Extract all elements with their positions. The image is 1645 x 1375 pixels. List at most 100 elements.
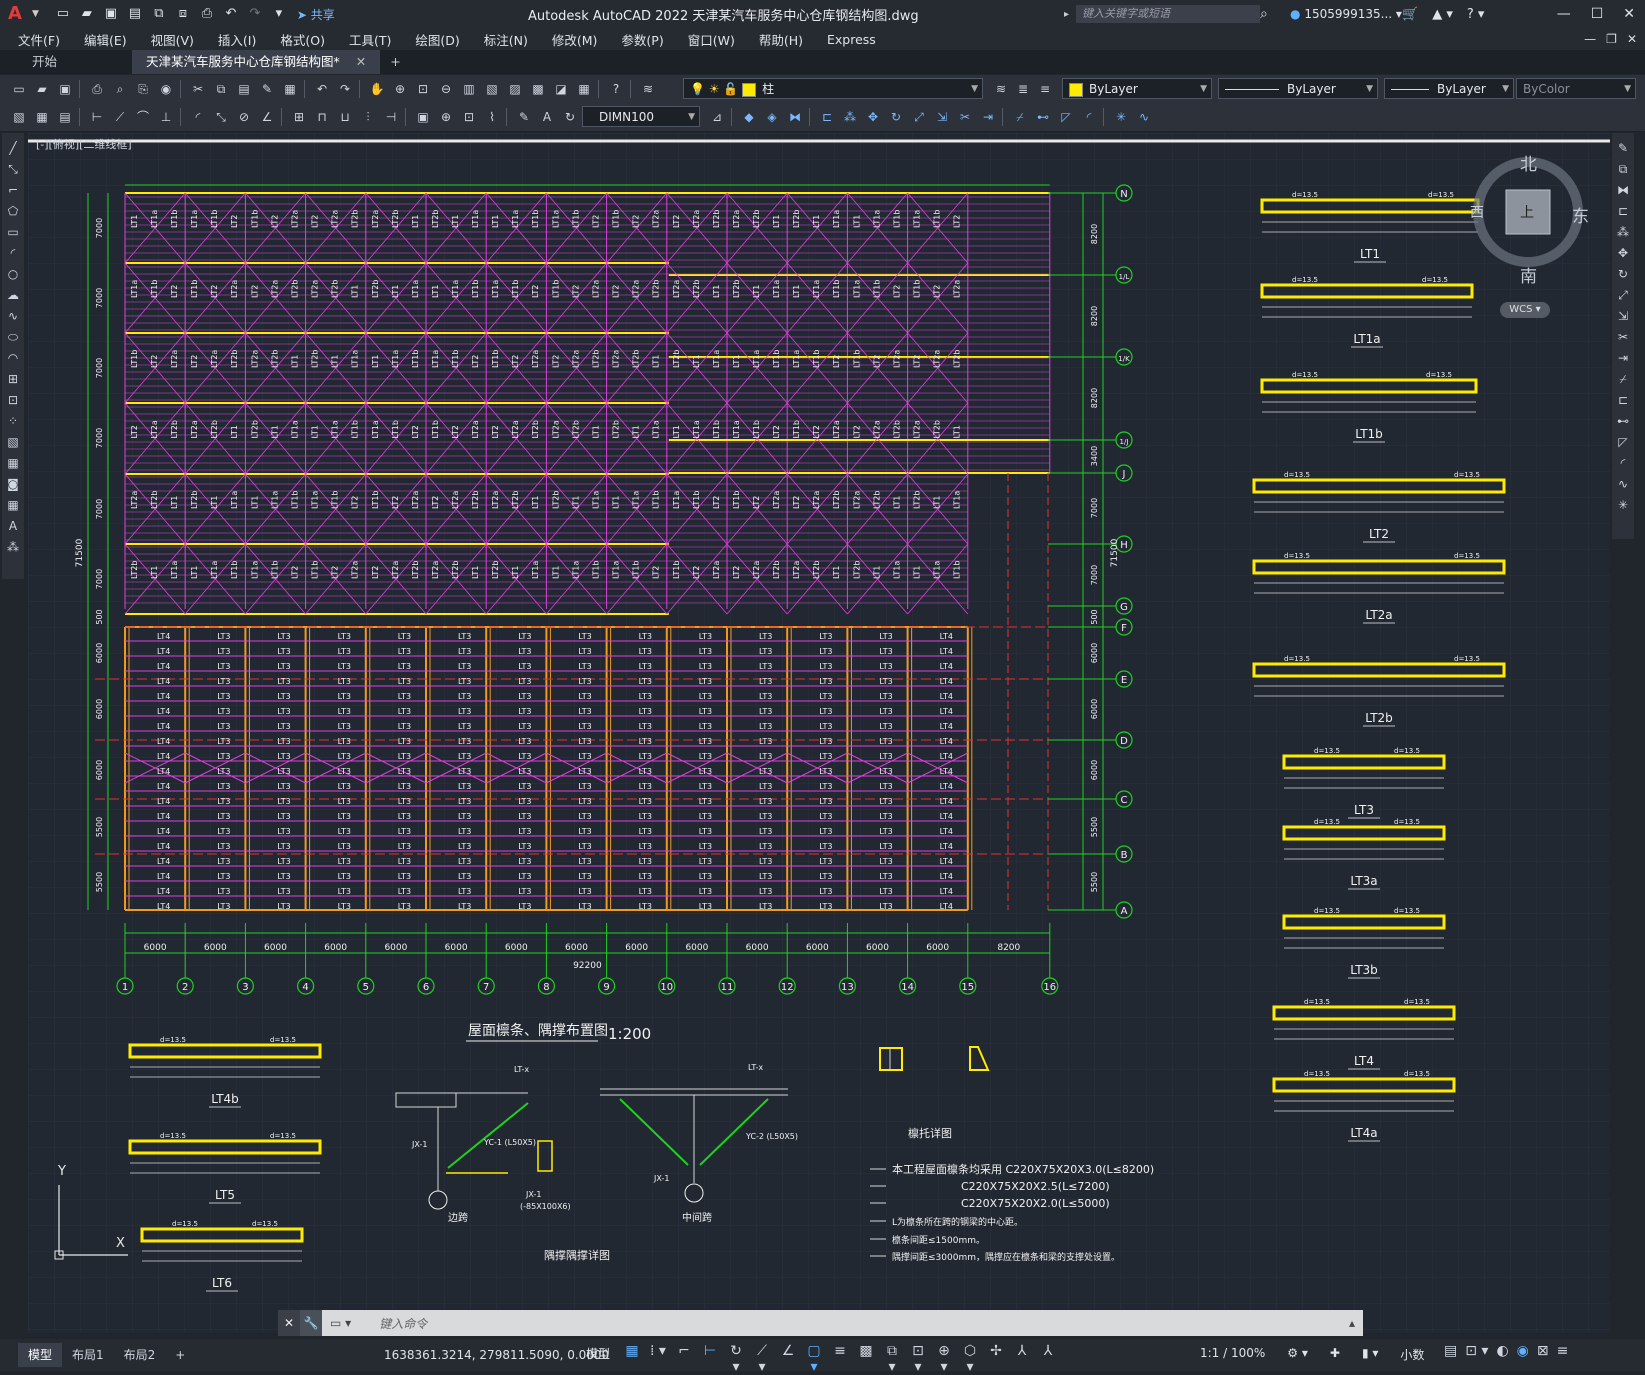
stretch-icon[interactable]: ⇲ <box>932 108 952 126</box>
search-input[interactable]: 键入关键字或短语 <box>1076 5 1260 23</box>
ellipse-arc-icon[interactable]: ◠ <box>4 349 22 367</box>
jogged-linear-icon[interactable]: ⌇ <box>482 108 502 126</box>
command-input[interactable]: 键入命令 <box>379 1315 427 1332</box>
viewcube-top[interactable]: 上 <box>1520 202 1534 222</box>
gradient-icon[interactable]: ▦ <box>32 108 52 126</box>
arc-length-icon[interactable]: ⌒ <box>133 108 153 126</box>
3d-print-icon[interactable]: ◉ <box>156 80 176 98</box>
menu-tools[interactable]: 工具(T) <box>349 30 391 49</box>
polyline-icon[interactable]: ⌐ <box>4 181 22 199</box>
join-icon[interactable]: ⊷ <box>1614 412 1632 430</box>
explode-icon[interactable]: ✳ <box>1111 108 1131 126</box>
explode-icon[interactable]: ✳ <box>1614 496 1632 514</box>
dim-edit-icon[interactable]: ✎ <box>514 108 534 126</box>
undo-icon[interactable]: ↶ <box>312 80 332 98</box>
radius-dim-icon[interactable]: ◜ <box>188 108 208 126</box>
layout-tab-2[interactable]: 布局2 <box>114 1343 166 1367</box>
viewport-label[interactable]: [-][俯视][二维线框] <box>36 136 132 152</box>
tab-start[interactable]: 开始 <box>0 50 132 74</box>
blend-icon[interactable]: ∿ <box>1614 475 1632 493</box>
open-icon[interactable]: ▰ <box>32 80 52 98</box>
clean-screen-icon[interactable]: ⊠ <box>1537 1343 1549 1359</box>
chamfer-icon[interactable]: ◸ <box>1056 108 1076 126</box>
copy-object-icon[interactable]: ◈ <box>762 108 782 126</box>
lock-ui-icon[interactable]: ⊡ ▾ <box>1465 1343 1488 1359</box>
stretch-icon[interactable]: ⇲ <box>1614 307 1632 325</box>
annotation-visibility-icon[interactable]: ⅄ <box>1012 1343 1032 1375</box>
region-icon[interactable]: ◙ <box>4 475 22 493</box>
new-tab-button[interactable]: + <box>380 50 410 74</box>
markup-icon[interactable]: ◪ <box>551 80 571 98</box>
hatch-icon[interactable]: ▧ <box>9 108 29 126</box>
insert-block-icon[interactable]: ⊞ <box>4 370 22 388</box>
calculator-icon[interactable]: ▦ <box>574 80 594 98</box>
quick-properties-icon[interactable]: ▤ <box>1444 1343 1457 1359</box>
isolate-objects-icon[interactable]: ◐ <box>1496 1343 1508 1359</box>
command-scroll-icon[interactable]: ▴ <box>1349 1316 1355 1330</box>
arc-icon[interactable]: ◜ <box>4 244 22 262</box>
polar-icon[interactable]: ↻ ▾ <box>726 1343 746 1375</box>
scale-icon[interactable]: ⤢ <box>1614 286 1632 304</box>
plot-icon[interactable]: ⎙ <box>87 80 107 98</box>
plotstyle-dropdown[interactable]: ByColor ▼ <box>1516 78 1636 99</box>
command-customize-icon[interactable]: 🔧 <box>300 1310 322 1336</box>
zoom-previous-icon[interactable]: ⊖ <box>436 80 456 98</box>
move-icon[interactable]: ✥ <box>1614 244 1632 262</box>
plot-icon[interactable]: ⎙ <box>197 5 217 23</box>
layer-states-icon[interactable]: ≡ <box>1035 80 1055 98</box>
rectangle-icon[interactable]: ▭ <box>4 223 22 241</box>
annotation-monitor-icon[interactable]: ✚ <box>1330 1346 1340 1363</box>
color-dropdown[interactable]: ByLayer ▼ <box>1062 78 1212 99</box>
new-icon[interactable]: ▭ <box>53 5 73 23</box>
viewcube-south[interactable]: 南 <box>1520 262 1537 287</box>
trim-icon[interactable]: ✂ <box>1614 328 1632 346</box>
baseline-dim-icon[interactable]: ⊓ <box>312 108 332 126</box>
layer-previous-icon[interactable]: ≣ <box>1013 80 1033 98</box>
units-value[interactable]: 小数 <box>1400 1346 1424 1363</box>
dynamic-ucs-icon[interactable]: ⊕ ▾ <box>934 1343 954 1375</box>
copy-icon[interactable]: ⧉ <box>1614 160 1632 178</box>
app-menu-chevron-icon[interactable]: ▼ <box>32 9 39 19</box>
drawing-svg[interactable]: LT1 LT1a LT1b LT1a LT1b LT2 LT1b LT2 LT2a LT2 LT2a… <box>28 133 1610 1333</box>
zoom-realtime-icon[interactable]: ⊕ <box>390 80 410 98</box>
extend-icon[interactable]: ⇥ <box>978 108 998 126</box>
menu-edit[interactable]: 编辑(E) <box>84 30 127 49</box>
design-center-icon[interactable]: ▧ <box>482 80 502 98</box>
make-block-icon[interactable]: ⊡ <box>4 391 22 409</box>
inspect-icon[interactable]: ⊡ <box>459 108 479 126</box>
dim-style-icon[interactable]: ⊿ <box>707 108 727 126</box>
menu-draw[interactable]: 绘图(D) <box>415 30 459 49</box>
spline-icon[interactable]: ∿ <box>4 307 22 325</box>
chamfer-icon[interactable]: ◸ <box>1614 433 1632 451</box>
autodesk-app-icon[interactable]: ▲ ▾ <box>1432 7 1453 22</box>
mirror-icon[interactable]: ⧓ <box>785 108 805 126</box>
units-icon[interactable]: ▮ ▾ <box>1362 1346 1378 1363</box>
workspace-gear-icon[interactable]: ⚙ ▾ <box>1287 1346 1308 1363</box>
viewcube-east[interactable]: 东 <box>1572 202 1589 227</box>
autocad-logo[interactable]: A <box>8 3 30 25</box>
viewcube-west[interactable]: 西 <box>1470 202 1484 222</box>
grid-icon[interactable]: ▦ <box>622 1343 642 1375</box>
menu-window[interactable]: 窗口(W) <box>688 30 735 49</box>
rotate-icon[interactable]: ↻ <box>1614 265 1632 283</box>
publish-icon[interactable]: ⎘ <box>133 80 153 98</box>
tab-drawing[interactable]: 天津某汽车服务中心仓库钢结构图* ✕ <box>132 50 381 74</box>
dim-text-edit-icon[interactable]: A <box>537 108 557 126</box>
ordinate-dim-icon[interactable]: ⊥ <box>156 108 176 126</box>
minimize-icon[interactable]: — <box>1557 6 1571 22</box>
menu-parametric[interactable]: 参数(P) <box>621 30 663 49</box>
layout-tab-1[interactable]: 布局1 <box>62 1343 114 1367</box>
viewcube[interactable]: 北 南 东 西 上 <box>1468 150 1589 287</box>
snap-icon[interactable]: ⁞ ▾ <box>648 1343 668 1375</box>
redo-icon[interactable]: ↷ <box>335 80 355 98</box>
dim-space-icon[interactable]: ⫶ <box>358 108 378 126</box>
menu-modify[interactable]: 修改(M) <box>552 30 598 49</box>
viewcube-north[interactable]: 北 <box>1520 150 1537 175</box>
doc-restore-icon[interactable]: ❐ <box>1606 32 1617 46</box>
layer-properties-icon[interactable]: ≋ <box>638 80 658 98</box>
break-point-icon[interactable]: ⌿ <box>1614 370 1632 388</box>
tab-close-icon[interactable]: ✕ <box>356 54 366 69</box>
rotate-icon[interactable]: ↻ <box>886 108 906 126</box>
dim-break-icon[interactable]: ⊣ <box>381 108 401 126</box>
object-snap-icon[interactable]: ▢ ▾ <box>804 1343 824 1375</box>
